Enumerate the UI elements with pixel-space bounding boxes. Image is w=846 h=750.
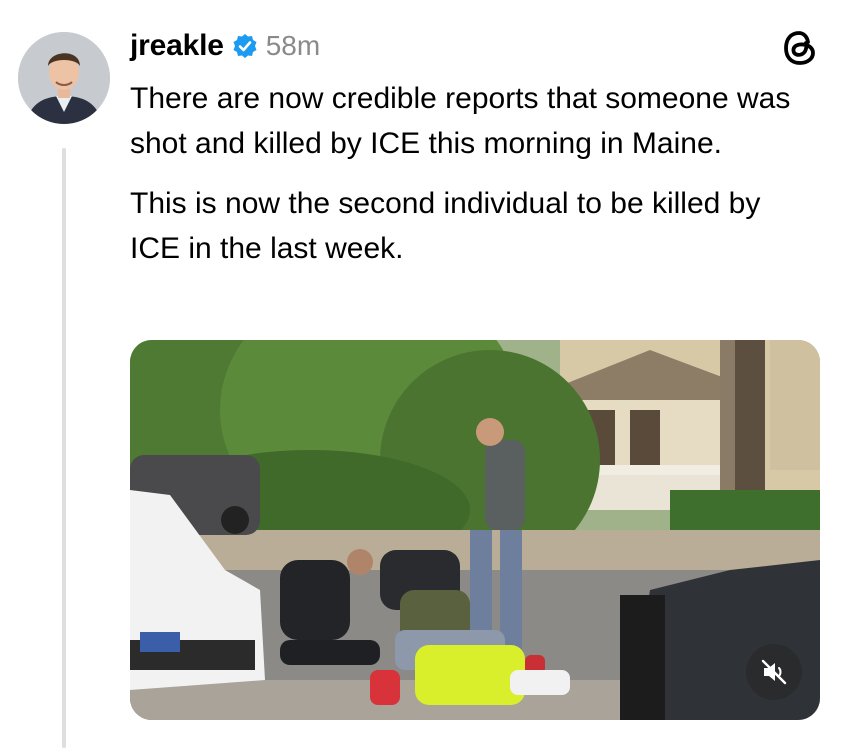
muted-speaker-icon	[761, 659, 787, 685]
verified-badge-icon	[232, 33, 258, 59]
post-paragraph-1: There are now credible reports that some…	[130, 82, 791, 160]
video-frame	[130, 340, 820, 720]
avatar-image	[18, 32, 110, 124]
post-body: There are now credible reports that some…	[130, 76, 810, 286]
threads-logo-icon[interactable]	[780, 28, 820, 68]
thread-line	[62, 148, 66, 748]
mute-toggle-button[interactable]	[746, 644, 802, 700]
post-paragraph-2: This is now the second individual to be …	[130, 187, 761, 265]
username[interactable]: jreakle	[130, 29, 224, 63]
avatar[interactable]	[18, 32, 110, 124]
post-header: jreakle 58m	[130, 28, 320, 64]
post-video[interactable]	[130, 340, 820, 720]
post-timestamp: 58m	[265, 30, 321, 61]
